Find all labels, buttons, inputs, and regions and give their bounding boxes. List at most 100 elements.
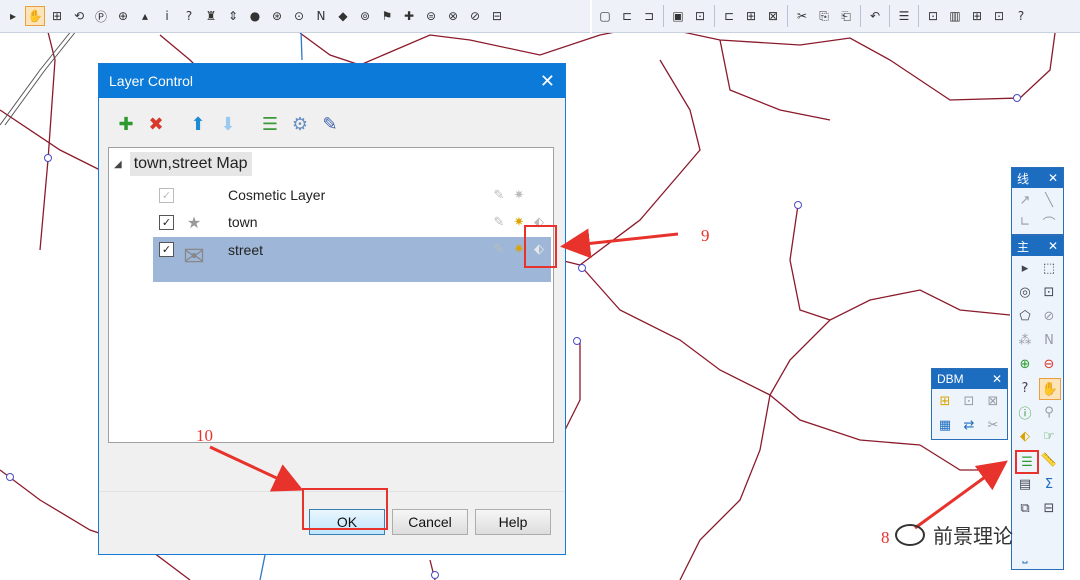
move-down-icon[interactable]: ⬇ [215,111,241,137]
remove-layer-icon[interactable]: ✖ [143,111,169,137]
layer-row-street[interactable]: ✓ ✉ street ✎ ✷ ⬖ [153,237,551,282]
tool-button-11[interactable]: ● [245,6,265,26]
marquee-select-icon[interactable]: ⬚ [1039,258,1059,278]
legend-icon[interactable]: ▤ [1015,474,1035,494]
close-icon[interactable]: ✕ [1048,171,1058,185]
line-icon[interactable]: ╲ [1039,190,1059,210]
tool-button-12[interactable]: ⊛ [267,6,287,26]
std-button-9[interactable]: ⎘ [814,6,834,26]
zoom-out-icon[interactable]: ⊖ [1039,354,1059,374]
std-button-4[interactable]: ⊡ [690,6,710,26]
help-button[interactable]: Help [475,509,551,535]
set-target-icon[interactable]: ⊟ [1039,498,1059,518]
polygon-select-icon[interactable]: ⬠ [1015,306,1035,326]
tool-button-7[interactable]: i [157,6,177,26]
std-button-15[interactable]: ⊞ [967,6,987,26]
tool-button-16[interactable]: ⊚ [355,6,375,26]
scale-bar-icon[interactable]: ⎵ [1015,546,1035,566]
std-button-11[interactable]: ↶ [865,6,885,26]
polyline-icon[interactable]: ↗ [1015,190,1035,210]
tool-button-19[interactable]: ⊜ [421,6,441,26]
arc-icon[interactable]: ⌒ [1039,212,1059,232]
cosmetic-visible-checkbox[interactable]: ✓ [159,187,174,203]
tool-button-1[interactable]: ✋ [25,6,45,26]
tool-button-22[interactable]: ⊟ [487,6,507,26]
select-arrow-icon[interactable]: ▸ [1015,258,1035,278]
std-button-12[interactable]: ☰ [894,6,914,26]
info-icon[interactable]: ⓘ [1015,402,1035,422]
tool-button-13[interactable]: ⊙ [289,6,309,26]
std-button-10[interactable]: ⎗ [836,6,856,26]
clip-region-icon[interactable]: ⧉ [1015,498,1035,518]
dbms-refresh-icon[interactable]: ⊡ [959,391,979,411]
std-button-3[interactable]: ▣ [668,6,688,26]
pan-hand-icon[interactable]: ✋ [1039,378,1061,400]
dbms-table-icon[interactable]: ▦ [935,415,955,435]
tool-button-17[interactable]: ⚑ [377,6,397,26]
layer-row-town[interactable]: ✓ ★ town ✎ ✷ ⬖ [153,209,551,235]
std-button-6[interactable]: ⊞ [741,6,761,26]
tool-button-6[interactable]: ▴ [135,6,155,26]
tool-button-14[interactable]: N [311,6,331,26]
ruler-icon[interactable]: 📏 [1039,450,1059,470]
dbms-sync-icon[interactable]: ⇄ [959,415,979,435]
drag-window-icon[interactable]: ☞ [1039,426,1059,446]
layer-properties-icon[interactable]: ☰ [257,111,283,137]
dbms-unlink-icon[interactable]: ⊠ [983,391,1003,411]
tool-button-15[interactable]: ◆ [333,6,353,26]
tool-button-8[interactable]: ? [179,6,199,26]
editable-icon[interactable]: ✎ [491,215,507,230]
tool-button-0[interactable]: ▸ [3,6,23,26]
move-up-icon[interactable]: ⬆ [185,111,211,137]
radius-select-icon[interactable]: ◎ [1015,282,1035,302]
close-icon[interactable]: ✕ [540,71,555,92]
label-settings-icon[interactable]: ✎ [317,111,343,137]
add-layer-icon[interactable]: ✚ [113,111,139,137]
std-button-2[interactable]: ⊐ [639,6,659,26]
selectable-icon[interactable]: ✷ [511,188,527,203]
std-button-1[interactable]: ⊏ [617,6,637,26]
graph-select-icon[interactable]: ⁂ [1015,330,1035,350]
tool-button-21[interactable]: ⊘ [465,6,485,26]
display-settings-icon[interactable]: ⚙ [287,111,313,137]
polygon-icon[interactable]: ∟ [1015,212,1035,232]
label-tool-icon[interactable]: ⬖ [1015,426,1035,446]
change-view-icon[interactable]: ? [1015,378,1035,398]
street-visible-checkbox[interactable]: ✓ [159,242,174,257]
open-dbms-icon[interactable]: ⊞ [935,391,955,411]
boundary-select-icon[interactable]: ⊡ [1039,282,1059,302]
std-button-0[interactable]: ▢ [595,6,615,26]
std-button-13[interactable]: ⊡ [923,6,943,26]
editable-icon[interactable]: ✎ [491,242,507,257]
editable-icon[interactable]: ✎ [491,188,507,203]
tool-button-5[interactable]: ⊕ [113,6,133,26]
layer-toolbar: ✚ ✖ ⬆ ⬇ ☰ ⚙ ✎ [113,111,343,137]
cancel-button[interactable]: Cancel [392,509,468,535]
tool-button-4[interactable]: Ⓟ [91,6,111,26]
tool-button-9[interactable]: ♜ [201,6,221,26]
std-button-5[interactable]: ⊏ [719,6,739,26]
tool-button-20[interactable]: ⊗ [443,6,463,26]
std-button-17[interactable]: ? [1011,6,1031,26]
tool-button-10[interactable]: ⇕ [223,6,243,26]
std-button-8[interactable]: ✂ [792,6,812,26]
zoom-in-icon[interactable]: ⊕ [1015,354,1035,374]
std-button-7[interactable]: ⊠ [763,6,783,26]
dbms-disconnect-icon[interactable]: ✂ [983,415,1003,435]
close-icon[interactable]: ✕ [1048,239,1058,253]
std-button-14[interactable]: ▥ [945,6,965,26]
layer-control-icon[interactable]: ☰ [1015,450,1039,474]
statistics-icon[interactable]: Σ [1039,474,1059,494]
north-arrow-icon[interactable]: N [1039,330,1059,350]
tool-button-2[interactable]: ⊞ [47,6,67,26]
hotlink-icon[interactable]: ⚲ [1039,402,1059,422]
close-icon[interactable]: ✕ [992,372,1002,386]
town-visible-checkbox[interactable]: ✓ [159,214,174,230]
layer-row-cosmetic[interactable]: ✓ Cosmetic Layer ✎ ✷ [153,182,551,208]
invert-select-icon[interactable]: ⊘ [1039,306,1059,326]
tool-button-18[interactable]: ✚ [399,6,419,26]
tree-expander-icon[interactable]: ◢ [114,159,122,170]
tool-button-3[interactable]: ⟲ [69,6,89,26]
std-button-16[interactable]: ⊡ [989,6,1009,26]
map-root-label[interactable]: town,street Map [129,152,252,176]
